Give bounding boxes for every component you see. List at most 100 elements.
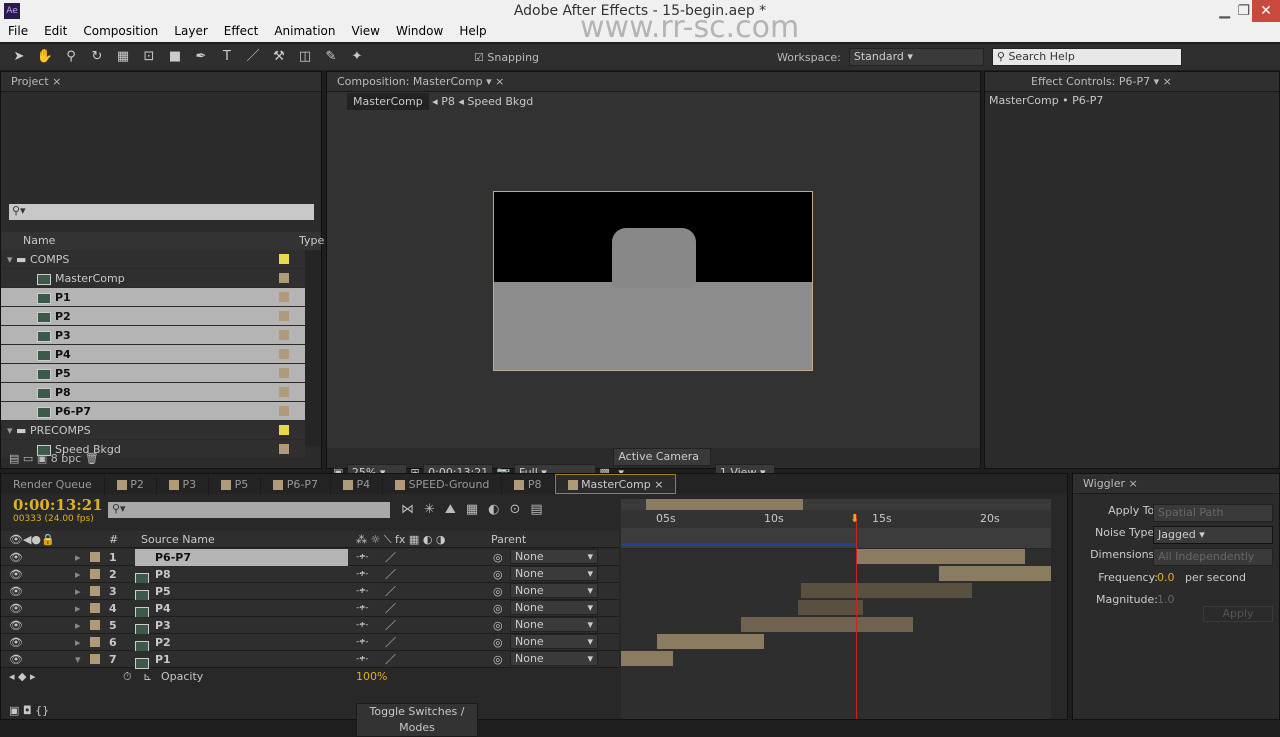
twirl-arrow-icon[interactable]: ▸ (75, 600, 81, 617)
quality-switch-icon[interactable]: ／ (385, 566, 396, 583)
shy-switch-icon[interactable]: -ቀ- (356, 566, 369, 583)
comp-viewer-canvas[interactable] (493, 191, 813, 371)
project-search-input[interactable]: ⚲▾ (9, 204, 314, 220)
zoom-tool-icon[interactable]: ⚲ (62, 48, 80, 66)
parent-select[interactable]: None ▾ (510, 617, 598, 632)
quality-switch-icon[interactable]: ／ (385, 600, 396, 617)
work-area-bar[interactable] (646, 499, 803, 510)
menu-file[interactable]: File (0, 22, 36, 42)
project-item[interactable]: P3 (1, 326, 305, 345)
twirl-arrow-icon[interactable]: ▸ (75, 634, 81, 651)
breadcrumb-p8[interactable]: P8 (441, 95, 455, 108)
timeline-tab[interactable]: SPEED-Ground (383, 475, 503, 495)
timeline-tab[interactable]: P2 (105, 475, 157, 495)
timeline-tab[interactable]: P5 (209, 475, 262, 495)
magnitude-value[interactable]: 1.0 (1157, 593, 1175, 606)
layer-bar-1[interactable] (856, 549, 1025, 564)
label-color-swatch[interactable] (279, 406, 289, 416)
layer-name[interactable]: P6-P7 (135, 549, 348, 566)
twirl-arrow-icon[interactable]: ▸ (75, 549, 81, 566)
shy-switch-icon[interactable]: -ቀ- (356, 600, 369, 617)
shy-switch-icon[interactable]: -ቀ- (356, 583, 369, 600)
interpret-footage-icon[interactable]: ▤ (9, 452, 19, 465)
camera-tool-icon[interactable]: ▦ (114, 48, 132, 66)
selection-tool-icon[interactable]: ➤ (10, 48, 28, 66)
camera-select[interactable]: Active Camera ▾ (613, 448, 712, 479)
layer-bar-2[interactable] (939, 566, 1051, 581)
project-item[interactable]: P5 (1, 364, 305, 383)
menu-window[interactable]: Window (388, 22, 451, 42)
close-button[interactable]: ✕ (1252, 0, 1280, 22)
project-folder[interactable]: ▾ ▬ COMPS (1, 250, 305, 269)
maximize-button[interactable]: ❐ (1237, 0, 1250, 22)
tab-wiggler[interactable]: Wiggler × (1073, 474, 1279, 494)
layer-row[interactable]: 👁 ▸ 5 P3 -ቀ- ／ ◎ None ▾ (1, 617, 619, 635)
timeline-tab[interactable]: P8 (502, 475, 555, 495)
layer-bar-4[interactable] (798, 600, 863, 615)
playhead-handle-icon[interactable]: ⬇ (850, 512, 859, 525)
layer-bar-6[interactable] (657, 634, 764, 649)
quality-switch-icon[interactable]: ／ (385, 583, 396, 600)
pickwhip-icon[interactable]: ◎ (493, 549, 503, 566)
col-name[interactable]: Name (23, 234, 55, 247)
layer-row[interactable]: 👁 ▸ 6 P2 -ቀ- ／ ◎ None ▾ (1, 634, 619, 652)
label-color-swatch[interactable] (90, 654, 100, 664)
layer-row[interactable]: 👁 ▸ 3 P5 -ቀ- ／ ◎ None ▾ (1, 583, 619, 601)
expand-arrow-icon[interactable]: ▾ (7, 424, 13, 437)
layer-name[interactable]: P2 (135, 634, 348, 651)
project-item[interactable]: P6-P7 (1, 402, 305, 421)
label-color-swatch[interactable] (279, 387, 289, 397)
label-color-swatch[interactable] (279, 292, 289, 302)
pan-behind-tool-icon[interactable]: ⊡ (140, 48, 158, 66)
time-ruler[interactable]: 05s 10s 15s 20s (621, 510, 1051, 528)
workspace-select[interactable]: Standard ▾ (848, 48, 984, 66)
parent-select[interactable]: None ▾ (510, 600, 598, 615)
puppet-tool-icon[interactable]: ✦ (348, 48, 366, 66)
label-color-swatch[interactable] (90, 620, 100, 630)
timeline-switches-toolbar[interactable]: ⋈✳⛰▦◐⊙▤ (401, 502, 553, 517)
shy-switch-icon[interactable]: -ቀ- (356, 617, 369, 634)
quality-switch-icon[interactable]: ／ (385, 549, 396, 566)
shy-switch-icon[interactable]: -ቀ- (356, 549, 369, 566)
label-color-swatch[interactable] (279, 254, 289, 264)
layer-bar-7[interactable] (621, 651, 673, 666)
rectangle-tool-icon[interactable]: ■ (166, 48, 184, 66)
hand-tool-icon[interactable]: ✋ (36, 48, 54, 66)
search-help-input[interactable]: ⚲ Search Help (991, 48, 1182, 66)
project-item[interactable]: P4 (1, 345, 305, 364)
current-time[interactable]: 0:00:13:21 (13, 496, 103, 514)
eye-icon[interactable]: 👁 (9, 651, 23, 668)
label-color-swatch[interactable] (90, 586, 100, 596)
eye-icon[interactable]: 👁 (9, 634, 23, 651)
new-folder-icon[interactable]: ▭ (23, 452, 33, 465)
menu-effect[interactable]: Effect (216, 22, 267, 42)
project-folder[interactable]: ▾ ▬ PRECOMPS (1, 421, 305, 440)
menu-animation[interactable]: Animation (266, 22, 343, 42)
timeline-tab[interactable]: P6-P7 (261, 475, 331, 495)
col-source-name[interactable]: Source Name (141, 531, 215, 548)
label-color-swatch[interactable] (90, 552, 100, 562)
col-type[interactable]: Type (299, 232, 324, 250)
pickwhip-icon[interactable]: ◎ (493, 566, 503, 583)
project-item[interactable]: P1 (1, 288, 305, 307)
eye-icon[interactable]: 👁 (9, 549, 23, 566)
layer-bar-3[interactable] (801, 583, 972, 598)
project-item[interactable]: MasterComp (1, 269, 305, 288)
layer-row[interactable]: 👁 ▾ 7 P1 -ቀ- ／ ◎ None ▾ (1, 651, 619, 669)
breadcrumb-speed-bkgd[interactable]: Speed Bkgd (467, 95, 533, 108)
layer-row[interactable]: 👁 ▸ 4 P4 -ቀ- ／ ◎ None ▾ (1, 600, 619, 618)
label-color-swatch[interactable] (90, 569, 100, 579)
layer-name[interactable]: P1 (135, 651, 348, 668)
playhead[interactable] (856, 514, 857, 719)
pickwhip-icon[interactable]: ◎ (493, 583, 503, 600)
layer-name[interactable]: P4 (135, 600, 348, 617)
bpc-button[interactable]: 8 bpc (51, 452, 82, 465)
timeline-tab[interactable]: MasterComp × (554, 474, 677, 494)
menu-edit[interactable]: Edit (36, 22, 75, 42)
minimize-button[interactable]: ▁ (1219, 0, 1230, 22)
brush-tool-icon[interactable]: ／ (244, 48, 262, 66)
opacity-value[interactable]: 100% (356, 668, 387, 685)
parent-select[interactable]: None ▾ (510, 583, 598, 598)
text-tool-icon[interactable]: T (218, 48, 236, 66)
apply-button[interactable]: Apply (1203, 606, 1273, 622)
